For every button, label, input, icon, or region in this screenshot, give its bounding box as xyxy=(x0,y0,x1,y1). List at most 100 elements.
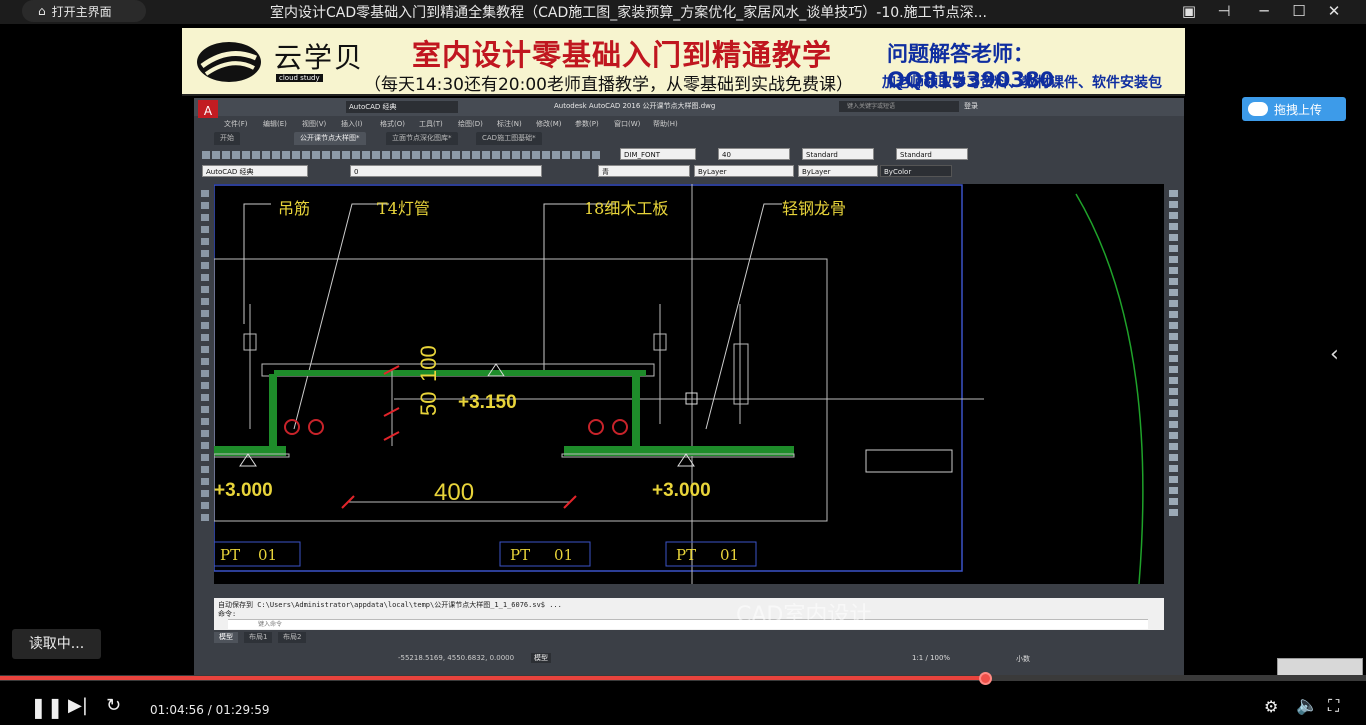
toolbar-icon[interactable] xyxy=(502,151,510,159)
minimize-icon[interactable]: ─ xyxy=(1252,1,1276,21)
workspace-combo[interactable]: AutoCAD 经典 xyxy=(346,101,458,113)
toolbar-icon[interactable] xyxy=(352,151,360,159)
draw-tool-icon[interactable] xyxy=(201,202,209,209)
toolbar-icon[interactable] xyxy=(522,151,530,159)
close-icon[interactable]: ✕ xyxy=(1322,1,1346,21)
modify-tool-icon[interactable] xyxy=(1169,256,1178,263)
tab-layout-1[interactable]: 布局1 xyxy=(244,632,273,643)
draw-tool-icon[interactable] xyxy=(201,466,209,473)
tab-model[interactable]: 模型 xyxy=(214,632,238,643)
modify-tool-icon[interactable] xyxy=(1169,465,1178,472)
login-button[interactable]: 登录 xyxy=(964,101,978,111)
tab-doc-3[interactable]: CAD施工图基础* xyxy=(476,132,542,145)
volume-icon[interactable]: 🔈 xyxy=(1296,695,1318,716)
workspace-combo-2[interactable]: AutoCAD 经典 xyxy=(202,165,308,177)
modify-tool-icon[interactable] xyxy=(1169,267,1178,274)
toolbar-icon[interactable] xyxy=(462,151,470,159)
maximize-icon[interactable]: ☐ xyxy=(1287,1,1311,21)
modify-tool-icon[interactable] xyxy=(1169,487,1178,494)
modify-tool-icon[interactable] xyxy=(1169,300,1178,307)
viewport-scale[interactable]: 1:1 / 100% xyxy=(912,654,950,662)
draw-tool-icon[interactable] xyxy=(201,274,209,281)
draw-tool-icon[interactable] xyxy=(201,454,209,461)
draw-tool-icon[interactable] xyxy=(201,190,209,197)
toolbar-icon[interactable] xyxy=(302,151,310,159)
draw-tool-icon[interactable] xyxy=(201,346,209,353)
modify-tool-icon[interactable] xyxy=(1169,278,1178,285)
modify-tool-icon[interactable] xyxy=(1169,509,1178,516)
modify-tool-icon[interactable] xyxy=(1169,454,1178,461)
draw-tool-icon[interactable] xyxy=(201,358,209,365)
dim-style-combo[interactable]: DIM_FONT xyxy=(620,148,696,160)
tab-layout-2[interactable]: 布局2 xyxy=(278,632,307,643)
draw-tool-icon[interactable] xyxy=(201,226,209,233)
draw-tool-icon[interactable] xyxy=(201,298,209,305)
menu-item-11[interactable]: 帮助(H) xyxy=(653,119,678,129)
draw-tool-icon[interactable] xyxy=(201,262,209,269)
draw-tool-icon[interactable] xyxy=(201,418,209,425)
modify-tool-icon[interactable] xyxy=(1169,355,1178,362)
menu-item-7[interactable]: 标注(N) xyxy=(497,119,522,129)
tab-doc-1[interactable]: 公开课节点大样图* xyxy=(294,132,366,145)
toolbar-icon[interactable] xyxy=(442,151,450,159)
toolbar-icon[interactable] xyxy=(592,151,600,159)
toolbar-icon[interactable] xyxy=(342,151,350,159)
toolbar-icon[interactable] xyxy=(562,151,570,159)
autocad-search[interactable]: 键入关键字或短语 xyxy=(839,101,959,112)
toolbar-icon[interactable] xyxy=(542,151,550,159)
plotstyle-combo[interactable]: ByColor xyxy=(880,165,952,177)
text-style-combo[interactable]: Standard xyxy=(802,148,874,160)
pause-icon[interactable]: ❚❚ xyxy=(30,695,64,719)
menu-item-0[interactable]: 文件(F) xyxy=(224,119,248,129)
toolbar-icon[interactable] xyxy=(362,151,370,159)
toolbar-icon[interactable] xyxy=(432,151,440,159)
draw-tool-icon[interactable] xyxy=(201,310,209,317)
modify-tool-icon[interactable] xyxy=(1169,476,1178,483)
toolbar-icon[interactable] xyxy=(512,151,520,159)
modify-tool-icon[interactable] xyxy=(1169,234,1178,241)
menu-item-10[interactable]: 窗口(W) xyxy=(614,119,640,129)
progress-bar[interactable] xyxy=(0,672,1366,685)
menu-item-1[interactable]: 编辑(E) xyxy=(263,119,287,129)
toolbar-icon[interactable] xyxy=(382,151,390,159)
toolbar-icon[interactable] xyxy=(252,151,260,159)
modify-tool-icon[interactable] xyxy=(1169,212,1178,219)
modify-tool-icon[interactable] xyxy=(1169,498,1178,505)
fullscreen-icon[interactable]: ⛶ xyxy=(1328,696,1339,716)
toolbar-icon[interactable] xyxy=(242,151,250,159)
toolbar-icon[interactable] xyxy=(492,151,500,159)
tab-doc-2[interactable]: 立面节点深化图库* xyxy=(386,132,458,145)
draw-tool-icon[interactable] xyxy=(201,478,209,485)
tab-start[interactable]: 开始 xyxy=(214,132,240,145)
draw-tool-icon[interactable] xyxy=(201,430,209,437)
modify-tool-icon[interactable] xyxy=(1169,289,1178,296)
draw-tool-icon[interactable] xyxy=(201,382,209,389)
draw-tool-icon[interactable] xyxy=(201,370,209,377)
toolbar-icon[interactable] xyxy=(232,151,240,159)
linetype-combo[interactable]: ByLayer xyxy=(694,165,794,177)
open-home-button[interactable]: ⌂ 打开主界面 xyxy=(22,0,146,22)
draw-tool-icon[interactable] xyxy=(201,406,209,413)
toolbar-icon[interactable] xyxy=(282,151,290,159)
menu-item-9[interactable]: 参数(P) xyxy=(575,119,599,129)
menu-item-6[interactable]: 绘图(D) xyxy=(458,119,483,129)
modify-tool-icon[interactable] xyxy=(1169,245,1178,252)
modify-tool-icon[interactable] xyxy=(1169,223,1178,230)
toolbar-icon[interactable] xyxy=(482,151,490,159)
color-combo[interactable]: 青 xyxy=(598,165,690,177)
toolbar-icon[interactable] xyxy=(262,151,270,159)
draw-tool-icon[interactable] xyxy=(201,238,209,245)
toolbar-icon[interactable] xyxy=(212,151,220,159)
draw-tool-icon[interactable] xyxy=(201,490,209,497)
modify-tool-icon[interactable] xyxy=(1169,377,1178,384)
draw-tool-icon[interactable] xyxy=(201,502,209,509)
toolbar-icon[interactable] xyxy=(452,151,460,159)
toolbar-icon[interactable] xyxy=(312,151,320,159)
toolbar-icon[interactable] xyxy=(222,151,230,159)
modify-tool-icon[interactable] xyxy=(1169,399,1178,406)
toolbar-icon[interactable] xyxy=(422,151,430,159)
modify-tool-icon[interactable] xyxy=(1169,322,1178,329)
modify-tool-icon[interactable] xyxy=(1169,443,1178,450)
drag-upload-button[interactable]: 拖拽上传 xyxy=(1242,97,1346,121)
toolbar-icon[interactable] xyxy=(332,151,340,159)
